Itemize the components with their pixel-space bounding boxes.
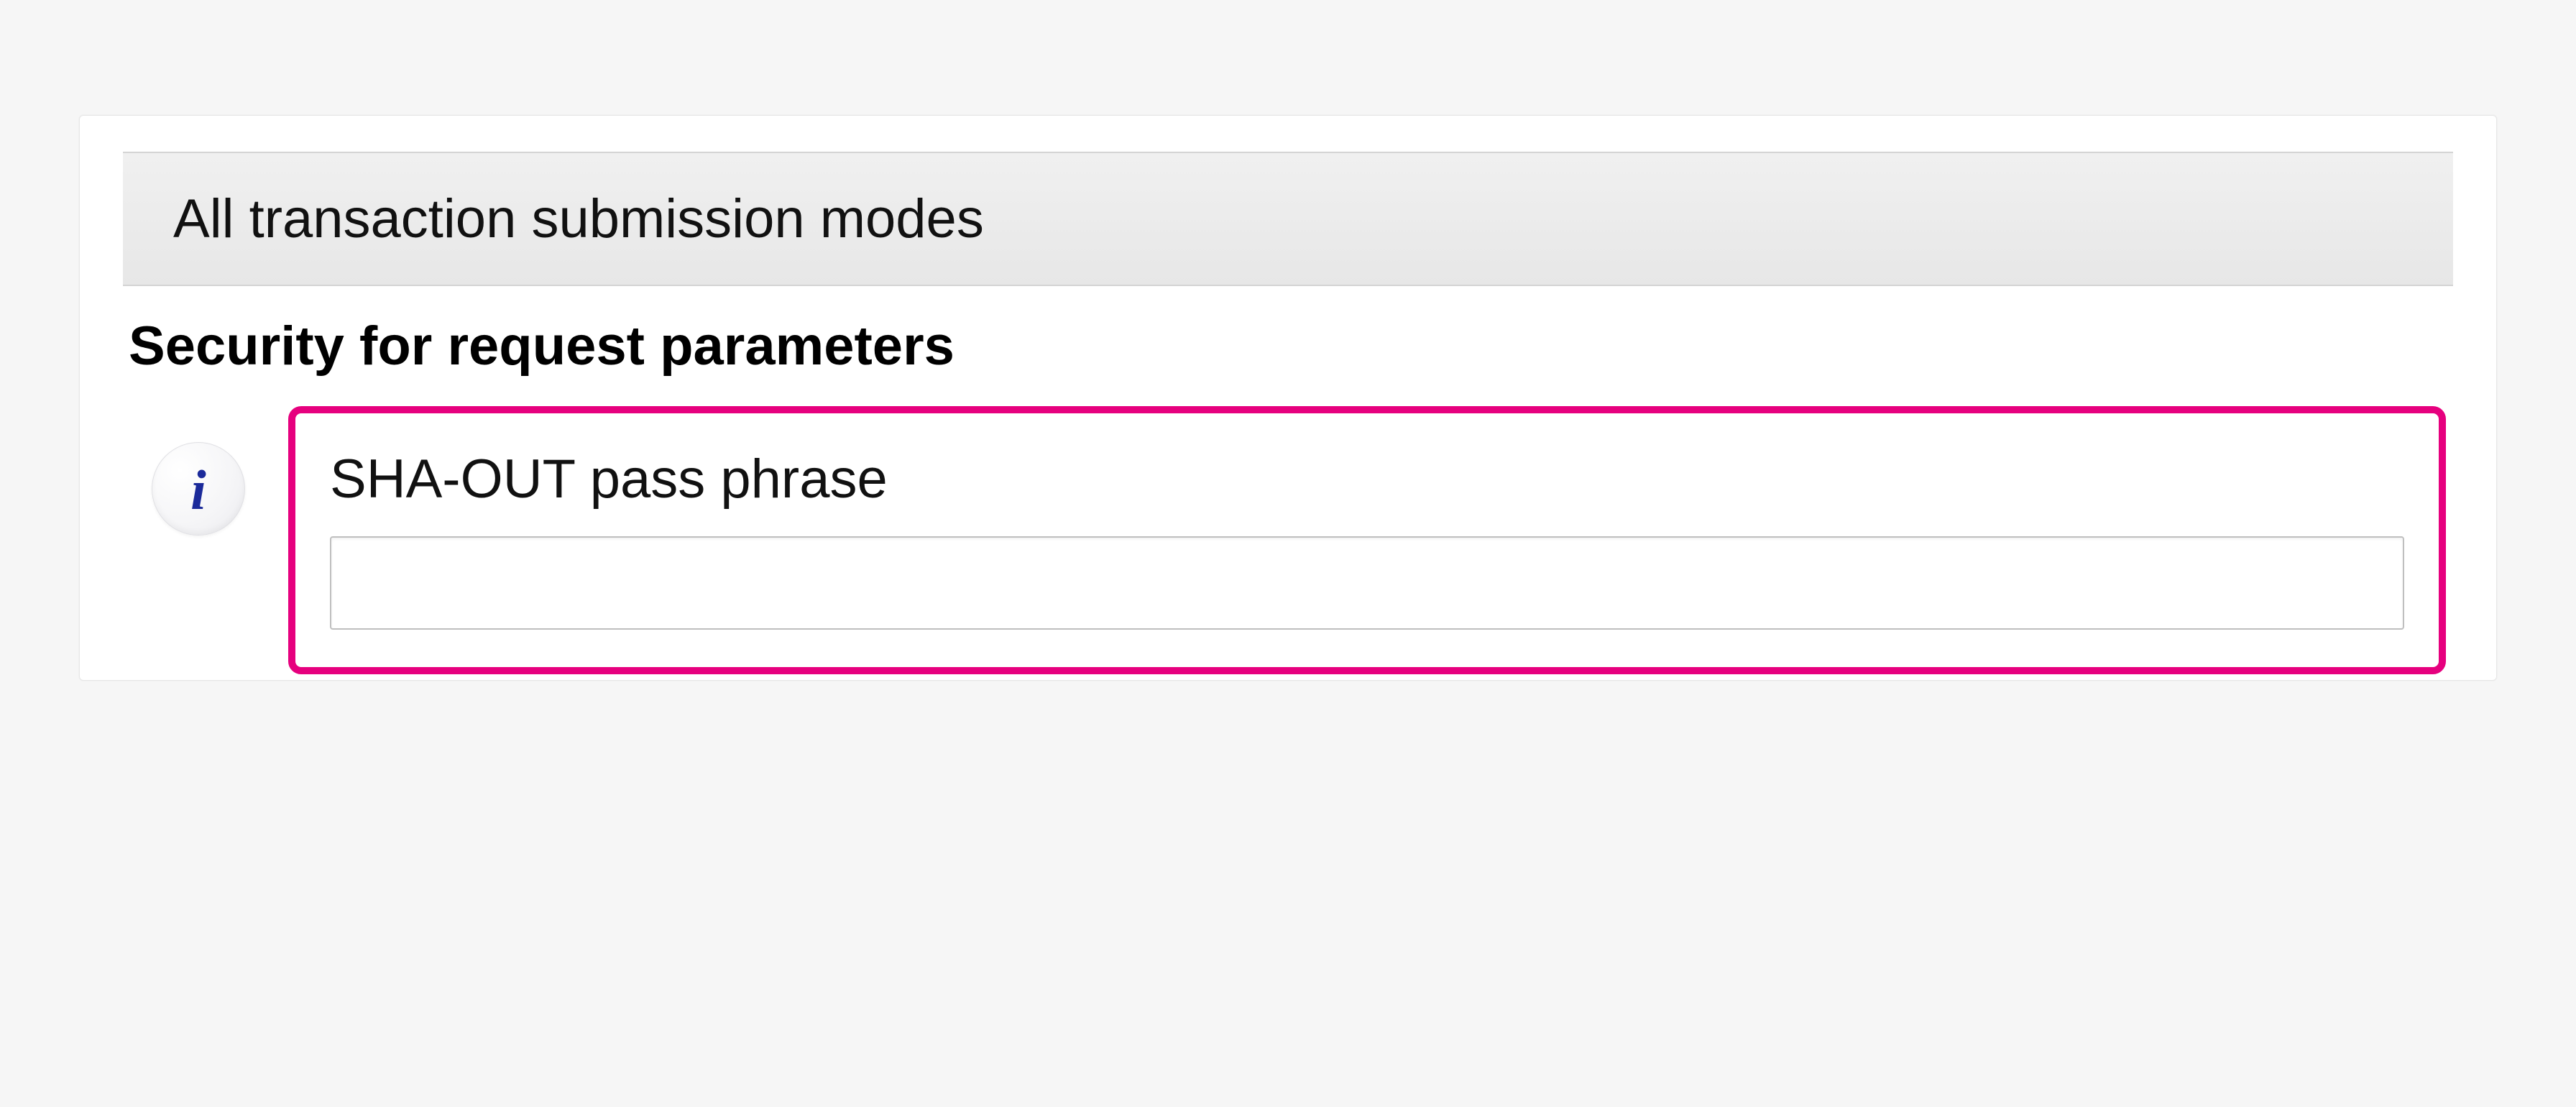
- info-icon[interactable]: i: [152, 442, 245, 536]
- sha-out-label: SHA-OUT pass phrase: [330, 448, 2404, 510]
- subsection-title-security: Security for request parameters: [123, 315, 2453, 406]
- settings-panel: All transaction submission modes Securit…: [79, 115, 2497, 681]
- sha-out-passphrase-input[interactable]: [330, 536, 2404, 630]
- info-icon-glyph: i: [190, 462, 206, 518]
- sha-out-highlight-box: SHA-OUT pass phrase: [288, 406, 2446, 674]
- section-header: All transaction submission modes: [123, 152, 2453, 286]
- sha-out-row: i SHA-OUT pass phrase: [123, 406, 2453, 680]
